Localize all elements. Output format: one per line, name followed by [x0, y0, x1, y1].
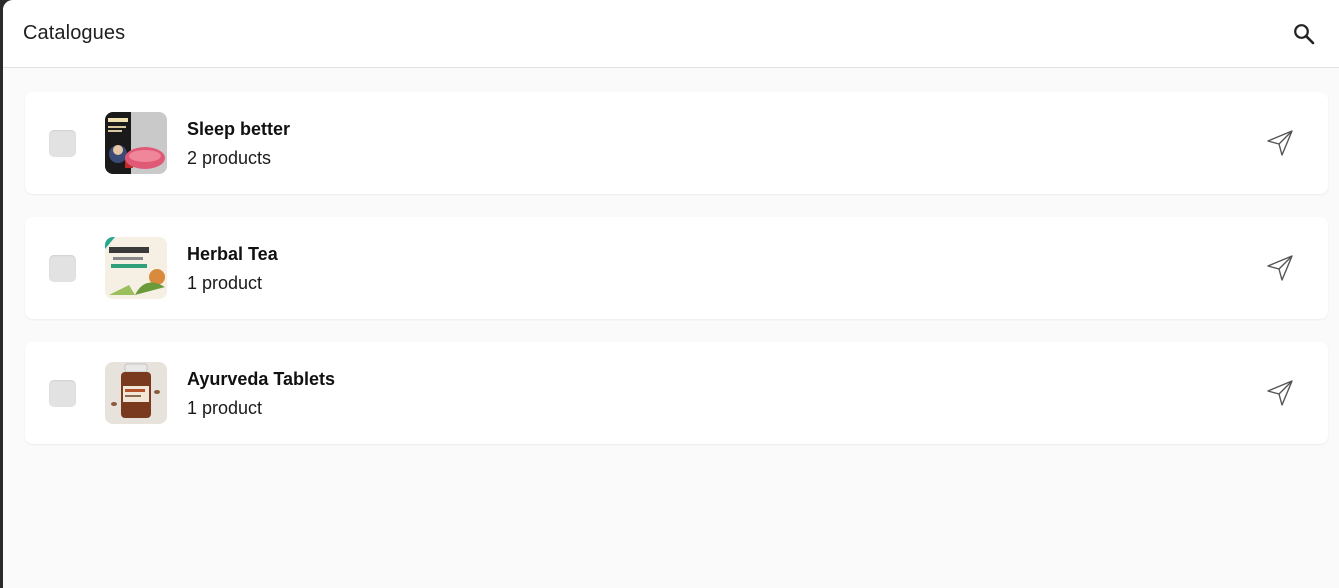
catalogue-list: Sleep better 2 products Herbal Tea 1 pro…	[3, 68, 1339, 444]
catalogue-card-herbal-tea[interactable]: Herbal Tea 1 product	[25, 217, 1328, 319]
page-title: Catalogues	[23, 22, 126, 44]
green-tea-box-image	[105, 237, 167, 299]
select-checkbox[interactable]	[49, 129, 76, 157]
share-button[interactable]	[1264, 252, 1296, 284]
search-icon	[1294, 23, 1315, 44]
catalogue-info: Herbal Tea 1 product	[187, 243, 278, 294]
header-bar: Catalogues	[3, 0, 1339, 68]
search-button[interactable]	[1289, 19, 1319, 49]
share-button[interactable]	[1264, 377, 1296, 409]
catalogue-info: Ayurveda Tablets 1 product	[187, 368, 335, 419]
catalogue-name: Herbal Tea	[187, 243, 278, 264]
select-checkbox[interactable]	[49, 379, 76, 407]
select-checkbox[interactable]	[49, 254, 76, 282]
catalogue-name: Ayurveda Tablets	[187, 368, 336, 389]
send-icon	[1267, 130, 1293, 156]
sleep-mask-product-image	[105, 112, 167, 174]
product-count: 1 product	[187, 272, 263, 293]
catalogue-info: Sleep better 2 products	[187, 118, 290, 169]
supplement-bottle-image	[105, 362, 167, 424]
send-icon	[1267, 255, 1293, 281]
catalogue-card-ayurveda-tablets[interactable]: Ayurveda Tablets 1 product	[25, 342, 1328, 444]
catalogues-window: Catalogues Sleep better 2 products Herba…	[3, 0, 1339, 588]
catalogue-card-sleep-better[interactable]: Sleep better 2 products	[25, 92, 1328, 194]
product-count: 2 products	[187, 147, 272, 168]
share-button[interactable]	[1264, 127, 1296, 159]
product-count: 1 product	[187, 397, 263, 418]
send-icon	[1267, 380, 1293, 406]
catalogue-name: Sleep better	[187, 118, 291, 139]
